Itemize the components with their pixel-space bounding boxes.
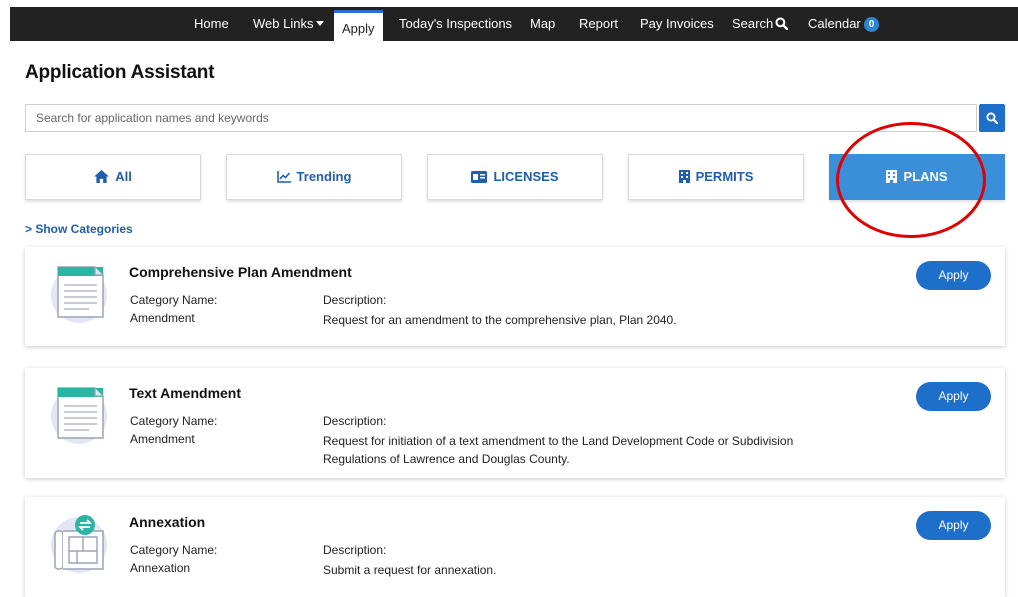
description-value: Request for initiation of a text amendme…: [323, 434, 794, 466]
apply-button[interactable]: Apply: [916, 382, 991, 411]
tab-permits-label: PERMITS: [695, 169, 754, 184]
search-icon: [986, 112, 998, 124]
tab-licenses-label: LICENSES: [493, 169, 559, 184]
apply-button[interactable]: Apply: [916, 261, 991, 290]
application-title[interactable]: Text Amendment: [129, 385, 241, 401]
nav-map[interactable]: Map: [530, 7, 555, 41]
nav-todays-inspections[interactable]: Today's Inspections: [399, 7, 512, 41]
nav-calendar[interactable]: Calendar 0: [808, 7, 880, 41]
description-value: Request for an amendment to the comprehe…: [323, 313, 677, 327]
document-icon: [49, 382, 109, 446]
description-value: Submit a request for annexation.: [323, 563, 497, 577]
category-value: Amendment: [130, 311, 195, 325]
category-label: Category Name:: [130, 293, 218, 307]
category-label: Category Name:: [130, 543, 218, 557]
nav-menu: Home Web Links Apply Today's Inspections…: [0, 7, 1018, 41]
nav-search-label: Search: [732, 16, 774, 31]
application-search-input[interactable]: [25, 104, 977, 132]
description-label: Description:: [323, 414, 387, 428]
document-icon: [49, 261, 109, 325]
calendar-count-badge: 0: [863, 17, 880, 32]
search-icon: [775, 9, 789, 43]
search-button[interactable]: [979, 104, 1005, 132]
tab-permits[interactable]: PERMITS: [628, 154, 804, 200]
show-categories-link[interactable]: > Show Categories: [25, 222, 133, 236]
application-title[interactable]: Annexation: [129, 514, 205, 530]
caret-down-icon: [316, 21, 325, 26]
id-card-icon: [471, 157, 488, 201]
category-value: Amendment: [130, 432, 195, 446]
nav-report[interactable]: Report: [579, 7, 618, 41]
highlight-circle-annotation: [836, 122, 986, 238]
blueprint-icon: [49, 511, 109, 575]
application-card: Comprehensive Plan Amendment Category Na…: [25, 247, 1005, 346]
nav-search[interactable]: Search: [732, 7, 789, 43]
nav-apply[interactable]: Apply: [334, 10, 383, 41]
application-title[interactable]: Comprehensive Plan Amendment: [129, 264, 352, 280]
chart-line-icon: [276, 157, 291, 201]
tab-all-label: All: [115, 169, 132, 184]
nav-web-links[interactable]: Web Links: [253, 7, 325, 41]
tab-trending[interactable]: Trending: [226, 154, 402, 200]
nav-home[interactable]: Home: [194, 7, 229, 41]
building-icon: [678, 157, 690, 201]
description-label: Description:: [323, 293, 387, 307]
description-label: Description:: [323, 543, 387, 557]
tab-all[interactable]: All: [25, 154, 201, 200]
nav-web-links-label: Web Links: [253, 16, 314, 31]
application-card: Annexation Category Name: Annexation Des…: [25, 497, 1005, 597]
home-icon: [94, 157, 110, 201]
apply-button[interactable]: Apply: [916, 511, 991, 540]
category-label: Category Name:: [130, 414, 218, 428]
nav-calendar-label: Calendar: [808, 16, 861, 31]
tab-licenses[interactable]: LICENSES: [427, 154, 603, 200]
tab-trending-label: Trending: [296, 169, 352, 184]
application-card: Text Amendment Category Name: Amendment …: [25, 368, 1005, 478]
category-value: Annexation: [130, 561, 191, 575]
page-title: Application Assistant: [25, 62, 215, 83]
nav-pay-invoices[interactable]: Pay Invoices: [640, 7, 714, 41]
